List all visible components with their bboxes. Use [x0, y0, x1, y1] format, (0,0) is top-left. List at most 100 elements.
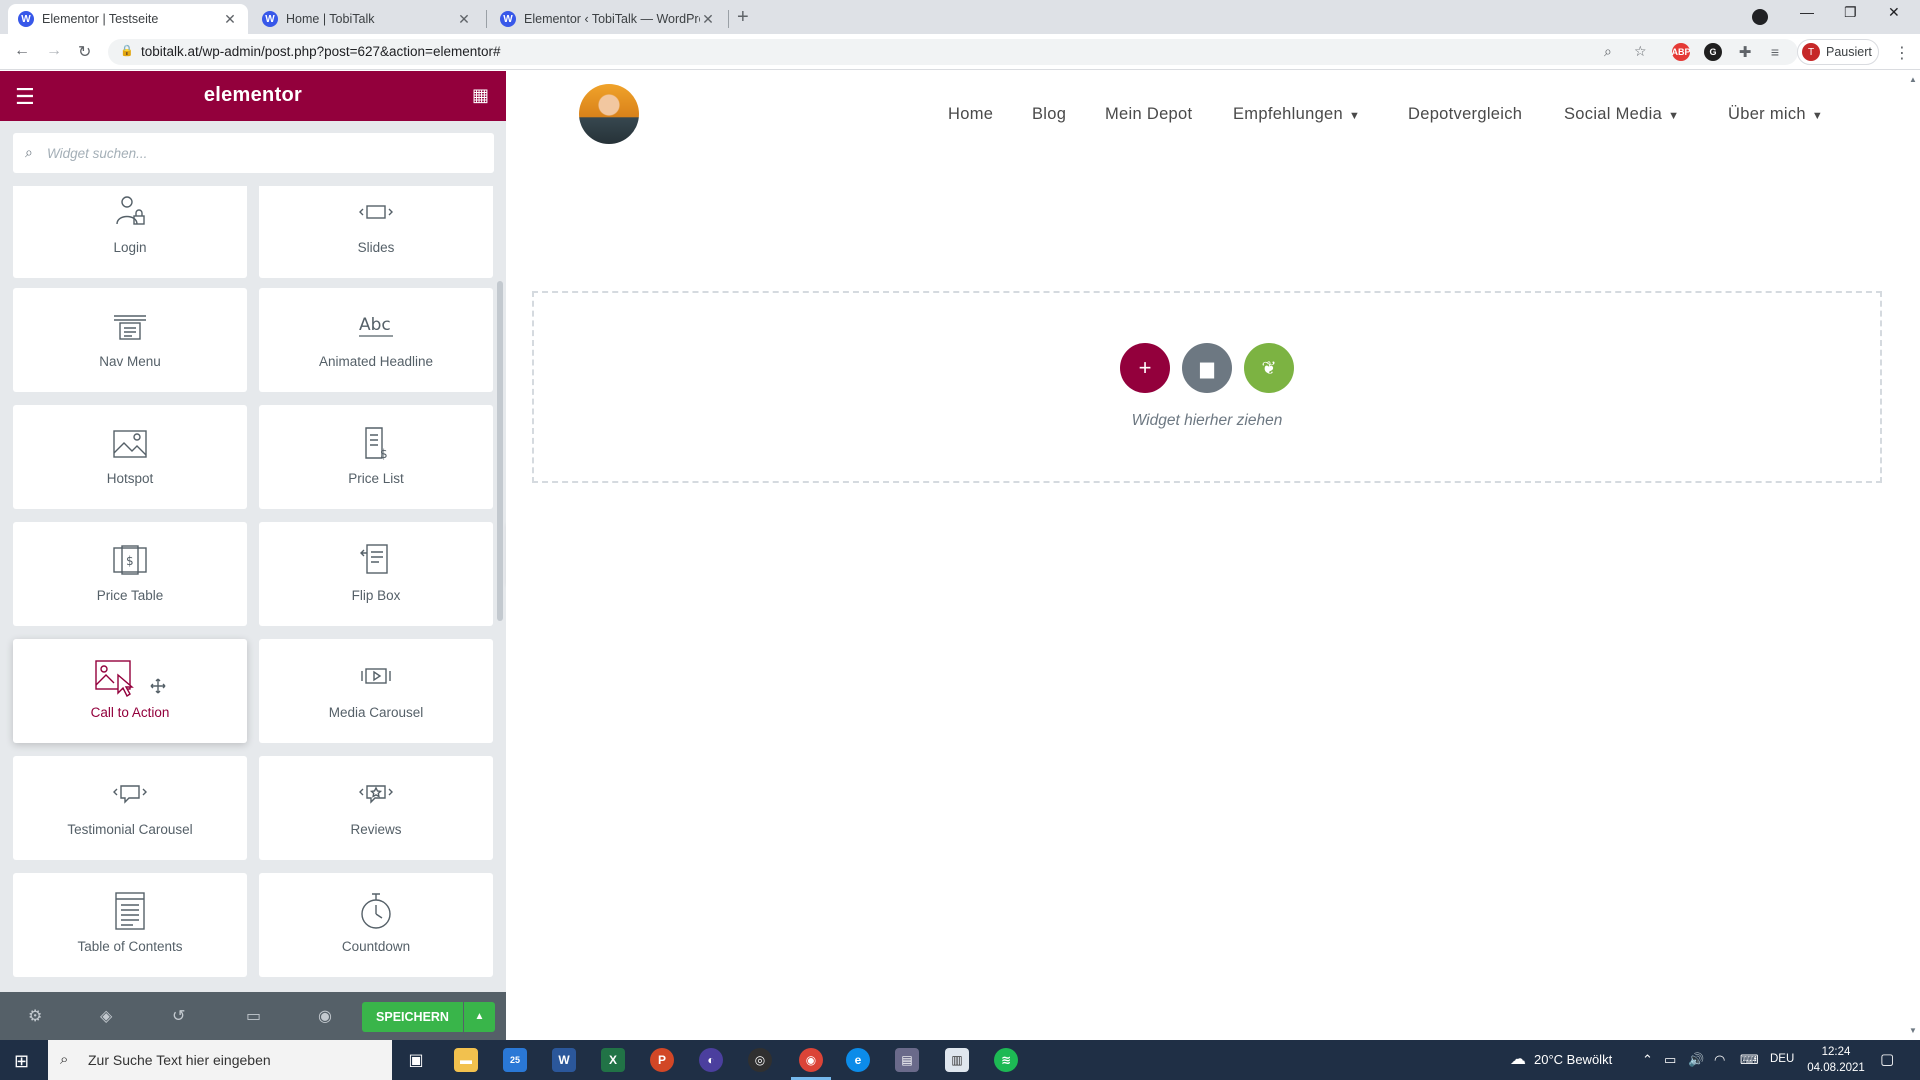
- call-to-action-icon: [13, 657, 247, 697]
- address-bar[interactable]: 🔒 tobitalk.at/wp-admin/post.php?post=627…: [108, 39, 1798, 65]
- browser-tab-elementor-testseite[interactable]: W Elementor | Testseite ✕: [8, 4, 248, 34]
- chevron-up-icon[interactable]: ⌃: [1642, 1052, 1653, 1068]
- preview-scrollbar[interactable]: ▲ ▼: [1906, 71, 1920, 1040]
- site-logo[interactable]: [579, 84, 639, 144]
- tab-search-icon[interactable]: [1752, 9, 1768, 25]
- preview-eye-icon[interactable]: ◉: [318, 1006, 332, 1026]
- nav-item-home[interactable]: Home: [948, 105, 993, 124]
- app-icon[interactable]: ◐: [699, 1048, 723, 1072]
- nav-item-depotvergleich[interactable]: Depotvergleich: [1408, 105, 1522, 124]
- elementor-logo: elementor: [203, 84, 303, 106]
- close-icon[interactable]: ✕: [222, 11, 238, 28]
- grammarly-icon[interactable]: G: [1704, 43, 1722, 61]
- widget-slides[interactable]: Slides: [259, 186, 493, 278]
- word-icon[interactable]: W: [552, 1048, 576, 1072]
- notification-icon[interactable]: ▢: [1880, 1050, 1894, 1068]
- extensions-puzzle-icon[interactable]: ✚: [1736, 43, 1754, 61]
- browser-tab-elementor-wordpress[interactable]: W Elementor ‹ TobiTalk — WordPre ✕: [490, 4, 726, 34]
- add-section-button[interactable]: +: [1120, 343, 1170, 393]
- widget-call-to-action[interactable]: Call to Action: [13, 639, 247, 743]
- window-close-icon[interactable]: ✕: [1888, 4, 1900, 21]
- widget-price-table[interactable]: $ Price Table: [13, 522, 247, 626]
- clock-time: 12:24: [1821, 1046, 1851, 1058]
- scroll-up-icon[interactable]: ▲: [1909, 75, 1917, 84]
- add-template-button[interactable]: ▆: [1182, 343, 1232, 393]
- widget-price-list[interactable]: $ Price List: [259, 405, 493, 509]
- language-indicator[interactable]: DEU: [1770, 1053, 1794, 1065]
- tab-title: Home | TobiTalk: [286, 12, 375, 26]
- meet-now-icon[interactable]: ▭: [1664, 1052, 1676, 1068]
- widget-reviews[interactable]: Reviews: [259, 756, 493, 860]
- weather-text[interactable]: 20°C Bewölkt: [1534, 1052, 1612, 1067]
- keyboard-icon[interactable]: ⌨: [1740, 1052, 1759, 1068]
- mail-icon[interactable]: 25: [503, 1048, 527, 1072]
- nav-item-ueber-mich[interactable]: Über mich ▼: [1728, 105, 1823, 124]
- panel-header: ☰ elementor ▦: [0, 71, 506, 121]
- history-icon[interactable]: ↺: [172, 1006, 185, 1026]
- widget-label: Media Carousel: [328, 705, 424, 720]
- adblock-plus-icon[interactable]: ABP: [1672, 43, 1691, 61]
- taskbar-clock[interactable]: 12:24 04.08.2021: [1806, 1044, 1866, 1076]
- empty-section-drop-zone[interactable]: + ▆ ❦ Widget hierher ziehen: [532, 291, 1882, 483]
- widget-flip-box[interactable]: Flip Box: [259, 522, 493, 626]
- excel-icon[interactable]: X: [601, 1048, 625, 1072]
- reading-list-icon[interactable]: ≡: [1766, 43, 1784, 61]
- widget-media-carousel[interactable]: Media Carousel: [259, 639, 493, 743]
- back-icon[interactable]: ←: [14, 42, 30, 60]
- widget-countdown[interactable]: Countdown: [259, 873, 493, 977]
- page-preview: Home Blog Mein Depot Empfehlungen ▼ Depot…: [506, 71, 1920, 1040]
- forward-icon[interactable]: →: [46, 42, 62, 60]
- lock-icon[interactable]: 🔒: [120, 44, 134, 57]
- widget-search-input[interactable]: [47, 133, 487, 173]
- media-carousel-icon: [259, 657, 493, 697]
- navigator-layers-icon[interactable]: ◈: [100, 1006, 112, 1026]
- file-explorer-icon[interactable]: ▬: [454, 1048, 478, 1072]
- browser-menu-icon[interactable]: ⋮: [1894, 43, 1910, 63]
- taskbar-search[interactable]: ⌕ Zur Suche Text hier eingeben: [48, 1040, 392, 1080]
- save-options-caret-icon[interactable]: ▲: [464, 1002, 495, 1032]
- widget-table-of-contents[interactable]: Table of Contents: [13, 873, 247, 977]
- save-button[interactable]: SPEICHERN: [362, 1002, 463, 1032]
- cloud-weather-icon[interactable]: ☁: [1510, 1049, 1526, 1069]
- restore-icon[interactable]: ❐: [1844, 4, 1857, 21]
- browser-tab-home-tobitalk[interactable]: W Home | TobiTalk ✕: [252, 4, 482, 34]
- panel-scrollbar[interactable]: [497, 281, 503, 621]
- widget-testimonial-carousel[interactable]: Testimonial Carousel: [13, 756, 247, 860]
- elementor-panel: ☰ elementor ▦ ⌕ Login Slides Nav Menu: [0, 71, 506, 1040]
- scroll-down-icon[interactable]: ▼: [1909, 1026, 1917, 1035]
- chrome-icon[interactable]: ◉: [791, 1048, 831, 1080]
- new-tab-button[interactable]: +: [737, 6, 749, 29]
- app-icon-2[interactable]: ▤: [895, 1048, 919, 1072]
- edge-icon[interactable]: e: [846, 1048, 870, 1072]
- nav-item-empfehlungen[interactable]: Empfehlungen ▼: [1233, 105, 1360, 124]
- bookmark-star-icon[interactable]: ☆: [1634, 43, 1647, 60]
- task-view-icon[interactable]: ▣: [404, 1048, 428, 1072]
- drop-hint: Widget hierher ziehen: [1131, 412, 1283, 429]
- widget-label: Testimonial Carousel: [67, 822, 193, 837]
- envato-kit-button[interactable]: ❦: [1244, 343, 1294, 393]
- widget-login[interactable]: Login: [13, 186, 247, 278]
- widget-hotspot[interactable]: Hotspot: [13, 405, 247, 509]
- close-icon[interactable]: ✕: [456, 11, 472, 28]
- settings-gear-icon[interactable]: ⚙: [28, 1006, 42, 1026]
- nav-item-mein-depot[interactable]: Mein Depot: [1105, 105, 1192, 124]
- profile-button[interactable]: T Pausiert: [1797, 39, 1879, 65]
- nav-item-blog[interactable]: Blog: [1032, 105, 1066, 124]
- widget-animated-headline[interactable]: Abc Animated Headline: [259, 288, 493, 392]
- wifi-icon[interactable]: ◠: [1714, 1052, 1725, 1068]
- volume-icon[interactable]: 🔊: [1688, 1052, 1704, 1068]
- powerpoint-icon[interactable]: P: [650, 1048, 674, 1072]
- obs-icon[interactable]: ◎: [748, 1048, 772, 1072]
- widget-nav-menu[interactable]: Nav Menu: [13, 288, 247, 392]
- notepad-icon[interactable]: ▥: [945, 1048, 969, 1072]
- reviews-icon: [259, 774, 493, 814]
- nav-item-social-media[interactable]: Social Media ▼: [1564, 105, 1679, 124]
- reload-icon[interactable]: ↻: [78, 42, 91, 62]
- close-icon[interactable]: ✕: [700, 11, 716, 28]
- minimize-icon[interactable]: —: [1800, 4, 1814, 20]
- responsive-mode-icon[interactable]: ▭: [246, 1006, 261, 1026]
- zoom-icon[interactable]: ⌕: [1604, 43, 1612, 60]
- spotify-icon[interactable]: ≋: [994, 1048, 1018, 1072]
- widgets-grid-icon[interactable]: ▦: [472, 85, 489, 106]
- windows-start-icon[interactable]: ⊞: [14, 1051, 29, 1072]
